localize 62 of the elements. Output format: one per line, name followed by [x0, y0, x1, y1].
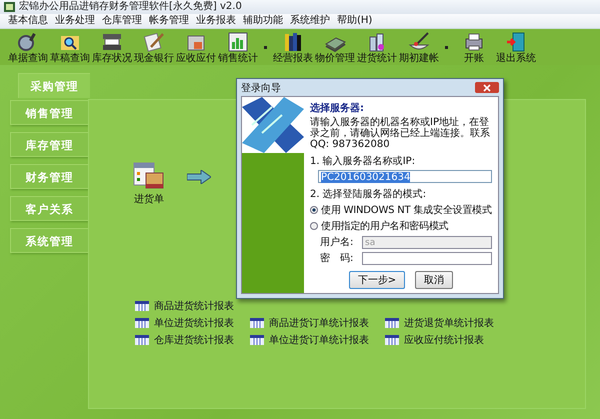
report-link[interactable]: 商品进货订单统计报表: [269, 316, 369, 330]
menu-item[interactable]: 帐务管理: [149, 15, 189, 27]
cancel-button[interactable]: 取消: [415, 271, 454, 289]
report-link[interactable]: 单位进货订单统计报表: [269, 332, 369, 346]
field-label: 1. 输入服务器名称或IP:: [310, 154, 416, 168]
table-icon: [250, 318, 264, 328]
menu-item[interactable]: 业务处理: [55, 15, 95, 27]
window-title: 宏锦办公用品进销存财务管理软件[永久免费] v2.0: [19, 1, 242, 13]
table-icon: [250, 334, 264, 344]
workflow-label[interactable]: 进货单: [134, 192, 164, 206]
app-icon: [4, 2, 15, 12]
bar-chart-icon: [227, 30, 249, 52]
table-icon: [135, 318, 149, 328]
radio-label[interactable]: 使用 WINDOWS NT 集成安全设置模式: [321, 203, 492, 217]
dialog-title: 登录向导: [241, 82, 281, 94]
menu-item[interactable]: 系统维护: [290, 15, 330, 27]
toolbar-button[interactable]: 现金银行: [134, 30, 174, 64]
books-icon: [282, 30, 304, 52]
report-link[interactable]: 进货退货单统计报表: [404, 316, 494, 330]
toolbar-button[interactable]: 应收应付: [176, 30, 216, 64]
menu-item[interactable]: 帮助(H): [337, 15, 372, 27]
menu-item[interactable]: 基本信息: [8, 15, 48, 27]
exit-door-icon: [505, 30, 527, 52]
toolbar-button[interactable]: 经营报表: [273, 30, 313, 64]
pen-paper-icon: [143, 30, 165, 52]
toolbar-button[interactable]: 物价管理: [315, 30, 355, 64]
right-arrow-icon: [187, 170, 211, 184]
dialog-heading: 选择服务器:: [310, 102, 365, 115]
next-button[interactable]: 下一步>: [348, 271, 406, 289]
radio-label[interactable]: 使用指定的用户名和密码模式: [321, 219, 448, 233]
instruction-text: 请输入服务器的机器名称或IP地址，在登录之前，请确认网络已经上端连接。联系QQ: 987362080: [310, 117, 491, 150]
printer-icon: [463, 30, 485, 52]
menu-item[interactable]: 业务报表: [196, 15, 236, 27]
toolbar-button[interactable]: 单据查询: [8, 30, 48, 64]
report-link[interactable]: 单位进货统计报表: [154, 316, 234, 330]
radio-button[interactable]: [310, 222, 318, 230]
toolbar-button[interactable]: 进货统计: [357, 30, 397, 64]
toolbar-button[interactable]: 草稿查询: [50, 30, 90, 64]
table-icon: [135, 334, 149, 344]
menu-item[interactable]: 仓库管理: [102, 15, 142, 27]
radio-button[interactable]: [310, 206, 318, 214]
report-link[interactable]: 仓库进货统计报表: [154, 332, 234, 346]
report-link[interactable]: 商品进货统计报表: [154, 298, 234, 312]
close-button[interactable]: [475, 82, 499, 93]
brush-icon: [408, 30, 430, 52]
table-icon: [135, 300, 149, 310]
menu-item[interactable]: 辅助功能: [243, 15, 283, 27]
toolbar-button[interactable]: 开账: [454, 30, 494, 64]
toolbar-button[interactable]: 退出系统: [496, 30, 536, 64]
field-label: 2. 选择登陆服务器的模式:: [310, 188, 428, 201]
toolbar-button[interactable]: 库存状况: [92, 30, 132, 64]
toolbar-button[interactable]: 期初建帐: [399, 30, 439, 64]
close-icon: [483, 84, 491, 92]
password-field[interactable]: [362, 252, 492, 264]
order-box-icon[interactable]: [133, 162, 165, 190]
toolbar-button[interactable]: 销售统计: [218, 30, 258, 64]
table-icon: [385, 334, 399, 344]
report-link[interactable]: 应收应付统计报表: [404, 332, 484, 346]
field-label: 密 码:: [320, 252, 354, 265]
server-name-field[interactable]: PC201603021634: [318, 170, 492, 183]
table-icon: [385, 318, 399, 328]
field-label: 用户名:: [320, 236, 354, 249]
